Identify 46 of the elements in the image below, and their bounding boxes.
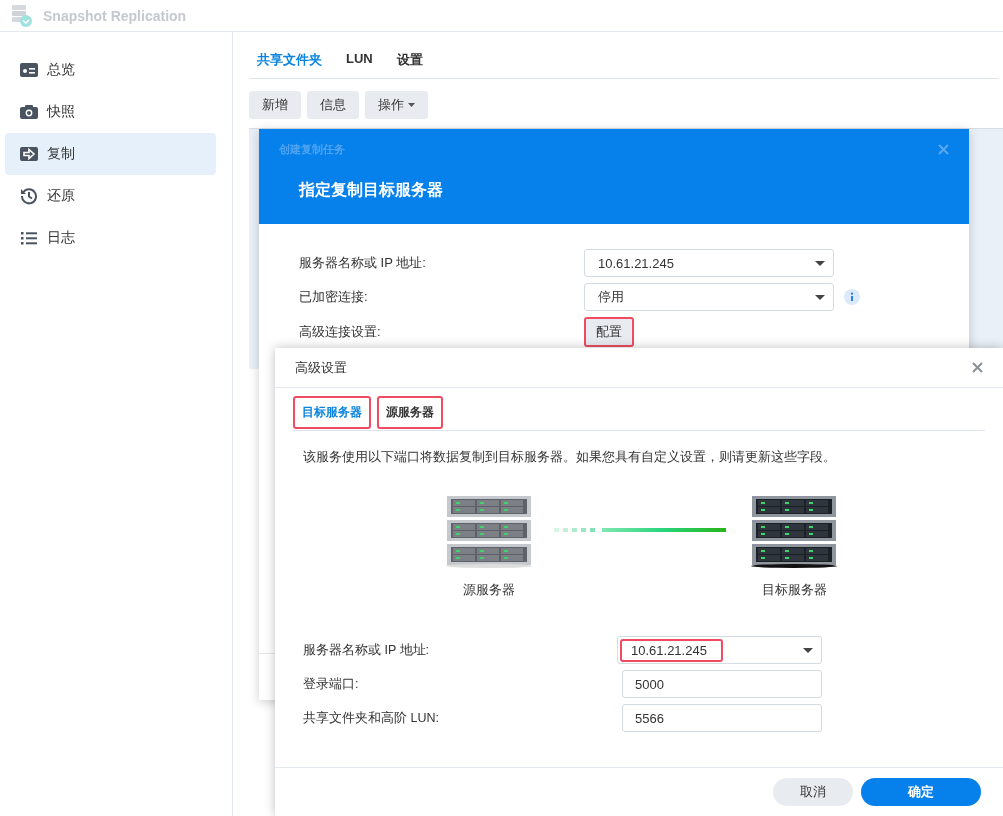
list-icon <box>20 231 38 245</box>
dropdown-caret-icon <box>803 647 813 653</box>
sidebar-item[interactable]: 快照 <box>5 91 216 133</box>
field-label: 共享文件夹和高阶 LUN: <box>303 709 440 727</box>
menu-button[interactable]: 操作 <box>365 91 428 119</box>
history-icon <box>20 187 38 205</box>
app-title: Snapshot Replication <box>43 7 187 24</box>
tab[interactable]: 源服务器 <box>377 396 443 429</box>
dropdown-caret-icon <box>815 260 825 266</box>
arrow-icon <box>20 146 38 162</box>
toolbar-button[interactable]: 新增 <box>249 91 301 119</box>
dashboard-icon <box>20 62 38 78</box>
field-label: 已加密连接: <box>299 288 369 306</box>
server-label: 源服务器 <box>463 582 515 599</box>
caret-icon <box>408 103 415 107</box>
toolbar-button[interactable]: 信息 <box>307 91 359 119</box>
wizard-heading: 指定复制目标服务器 <box>297 180 444 200</box>
camera-icon <box>20 104 38 120</box>
field-label: 登录端口: <box>303 675 360 693</box>
app-logo-icon <box>11 3 33 28</box>
tab[interactable]: LUN <box>346 43 373 78</box>
dropdown-field[interactable]: 10.61.21.245 <box>617 636 822 664</box>
dropdown-caret-icon <box>815 294 825 300</box>
dropdown-field[interactable]: 10.61.21.245 <box>584 249 834 277</box>
sidebar-item[interactable]: 复制 <box>5 133 216 175</box>
info-icon[interactable] <box>844 289 860 305</box>
sidebar-item[interactable]: 总览 <box>5 49 216 91</box>
cancel-button[interactable]: 取消 <box>773 778 853 806</box>
input-field[interactable]: 5566 <box>622 704 822 732</box>
wizard-caption: 创建复制任务 <box>279 142 345 157</box>
sidebar-item[interactable]: 还原 <box>5 175 216 217</box>
field-label: 服务器名称或 IP 地址: <box>303 641 430 659</box>
configure-button[interactable]: 配置 <box>584 317 634 347</box>
field-label: 高级连接设置: <box>299 323 382 341</box>
tab[interactable]: 目标服务器 <box>293 396 371 429</box>
server-label: 目标服务器 <box>761 582 827 599</box>
tab[interactable]: 设置 <box>396 43 423 78</box>
sidebar-item[interactable]: 日志 <box>5 217 216 259</box>
field-label: 服务器名称或 IP 地址: <box>299 254 427 272</box>
input-field[interactable]: 5000 <box>622 670 822 698</box>
tab[interactable]: 共享文件夹 <box>257 43 322 78</box>
description-text: 该服务使用以下端口将数据复制到目标服务器。如果您具有自定义设置，则请更新这些字段。 <box>302 449 837 466</box>
close-icon[interactable] <box>972 362 983 373</box>
dropdown-field[interactable]: 停用 <box>584 283 834 311</box>
confirm-button[interactable]: 确定 <box>861 778 981 806</box>
dialog-title: 高级设置 <box>295 358 347 377</box>
